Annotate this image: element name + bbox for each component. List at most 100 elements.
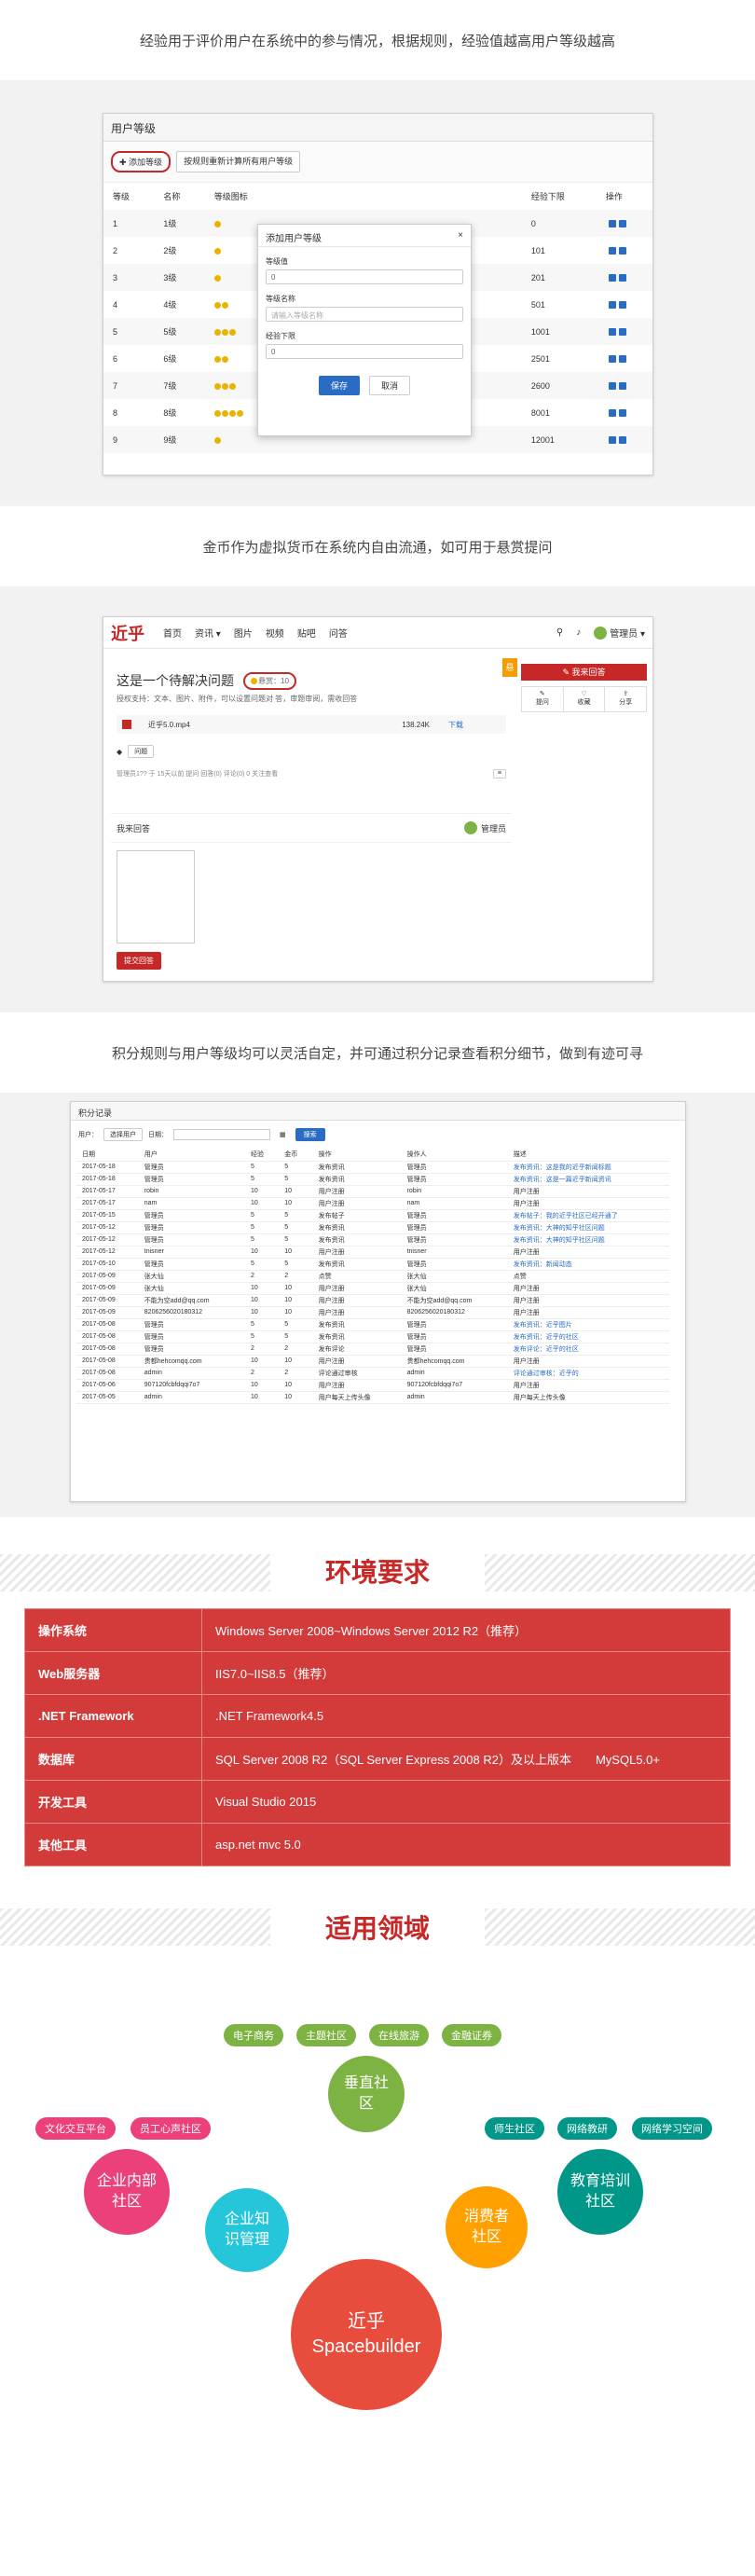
share-action[interactable]: ⇪ 分享 bbox=[604, 687, 646, 711]
recalc-levels-button[interactable]: 按规则重新计算所有用户等级 bbox=[176, 151, 301, 172]
ask-action[interactable]: ✎ 提问 bbox=[522, 687, 563, 711]
edit-icon[interactable] bbox=[608, 436, 616, 445]
points-col: 描述 bbox=[507, 1149, 669, 1162]
points-cell: 管理员 bbox=[138, 1258, 245, 1271]
delete-icon[interactable] bbox=[618, 436, 626, 445]
level-coin-icon bbox=[213, 436, 221, 444]
save-button[interactable]: 保存 bbox=[318, 376, 360, 395]
delete-icon[interactable] bbox=[618, 247, 626, 255]
points-cell: tnisner bbox=[138, 1246, 245, 1259]
col-min-exp: 经验下限 bbox=[530, 192, 565, 201]
points-cell: 发布资讯 bbox=[312, 1161, 402, 1174]
avatar[interactable] bbox=[594, 626, 608, 640]
points-cell: 管理员 bbox=[401, 1343, 508, 1356]
submit-answer-button[interactable]: 提交回答 bbox=[117, 952, 161, 970]
points-cell: 2 bbox=[279, 1270, 313, 1283]
qa-section: 近乎 首页 资讯 ▾ 图片 视频 贴吧 问答 ⚲ ♪ 管理员 ▾ 这是一个待解决… bbox=[0, 586, 755, 1012]
edit-icon[interactable] bbox=[608, 247, 616, 255]
points-cell: 用户注册 bbox=[507, 1294, 669, 1307]
edit-icon[interactable] bbox=[608, 220, 616, 228]
points-cell: 张大仙 bbox=[401, 1270, 508, 1283]
exp-caption: 经验用于评价用户在系统中的参与情况，根据规则，经验值越高用户等级越高 bbox=[0, 0, 755, 80]
action-cell bbox=[597, 237, 652, 264]
points-cell[interactable]: 发布资讯：这是一篇近乎新闻资讯 bbox=[507, 1173, 669, 1186]
reward-flag: 悬 bbox=[502, 658, 517, 677]
points-cell: 2017-05-10 bbox=[76, 1258, 139, 1271]
circle-vertical: 垂直社区 bbox=[328, 2056, 405, 2132]
action-cell bbox=[597, 291, 652, 318]
search-button[interactable]: 搜索 bbox=[295, 1128, 325, 1141]
delete-icon[interactable] bbox=[618, 409, 626, 418]
edit-icon[interactable] bbox=[608, 355, 616, 364]
level-cell: 3 bbox=[113, 272, 118, 282]
search-icon[interactable]: ⚲ bbox=[556, 627, 563, 638]
circle-center: 近乎 Spacebuilder bbox=[291, 2259, 442, 2410]
answer-editor[interactable] bbox=[117, 850, 195, 944]
points-caption: 积分规则与用户等级均可以灵活自定，并可通过积分记录查看积分细节，做到有迹可寻 bbox=[0, 1012, 755, 1093]
points-cell[interactable]: 发布资讯：大神的知乎社区问题 bbox=[507, 1221, 669, 1234]
close-icon[interactable]: × bbox=[458, 230, 463, 241]
points-cell: 2017-05-08 bbox=[76, 1330, 139, 1343]
more-button[interactable]: ≡ bbox=[492, 769, 506, 778]
attachment-name[interactable]: 近乎5.0.mp4 bbox=[148, 720, 190, 730]
points-cell[interactable]: 发布资讯：大神的知乎社区问题 bbox=[507, 1233, 669, 1247]
answer-button[interactable]: ✎ 我来回答 bbox=[521, 664, 647, 681]
points-cell: 2017-05-06 bbox=[76, 1379, 139, 1392]
level-value-input[interactable]: 0 bbox=[266, 269, 463, 284]
points-cell: 10 bbox=[244, 1282, 280, 1295]
points-cell: 管理员 bbox=[401, 1330, 508, 1343]
cancel-button[interactable]: 取消 bbox=[369, 376, 411, 395]
edit-icon[interactable] bbox=[608, 382, 616, 391]
edit-icon[interactable] bbox=[608, 409, 616, 418]
level-cell: 4 bbox=[113, 299, 118, 310]
points-cell[interactable]: 评论通过审核：近乎的 bbox=[507, 1367, 669, 1380]
bell-icon[interactable]: ♪ bbox=[576, 627, 581, 638]
nav-images[interactable]: 图片 bbox=[234, 626, 253, 640]
tag-item[interactable]: 问题 bbox=[128, 745, 155, 758]
nav-qa[interactable]: 问答 bbox=[329, 626, 348, 640]
env-value: asp.net mvc 5.0 bbox=[201, 1823, 731, 1867]
points-cell[interactable]: 发布评论：近乎的社区 bbox=[507, 1343, 669, 1356]
select-user-button[interactable]: 选择用户 bbox=[103, 1128, 143, 1141]
edit-icon[interactable] bbox=[608, 301, 616, 310]
points-cell: 10 bbox=[279, 1282, 313, 1295]
delete-icon[interactable] bbox=[618, 382, 626, 391]
calendar-icon[interactable]: ▦ bbox=[280, 1131, 286, 1138]
points-cell: 管理员 bbox=[401, 1161, 508, 1174]
delete-icon[interactable] bbox=[618, 301, 626, 310]
edit-icon[interactable] bbox=[608, 274, 616, 282]
download-link[interactable]: 下载 bbox=[448, 720, 463, 730]
points-cell: 5 bbox=[279, 1161, 313, 1174]
points-cell: 2017-05-08 bbox=[76, 1367, 139, 1380]
delete-icon[interactable] bbox=[618, 328, 626, 337]
delete-icon[interactable] bbox=[618, 355, 626, 364]
points-cell[interactable]: 发布帖子：我的近乎社区已经开通了 bbox=[507, 1209, 669, 1222]
level-coin-icon bbox=[228, 382, 236, 390]
nav-home[interactable]: 首页 bbox=[163, 626, 182, 640]
delete-icon[interactable] bbox=[618, 220, 626, 228]
points-cell[interactable]: 发布资讯：这是我的近乎新闻标题 bbox=[507, 1161, 669, 1174]
points-cell: 2017-05-05 bbox=[76, 1391, 139, 1404]
points-cell: 管理员 bbox=[401, 1233, 508, 1247]
date-range-input[interactable] bbox=[173, 1129, 270, 1140]
min-exp-input[interactable]: 0 bbox=[266, 344, 463, 359]
points-cell: 管理员 bbox=[138, 1330, 245, 1343]
add-level-button[interactable]: ✚ 添加等级 bbox=[111, 151, 172, 172]
level-name-input[interactable]: 请输入等级名称 bbox=[266, 307, 463, 322]
points-cell: 管理员 bbox=[401, 1173, 508, 1186]
points-cell[interactable]: 发布资讯：新闻动态 bbox=[507, 1258, 669, 1271]
action-cell bbox=[597, 372, 652, 399]
logo[interactable]: 近乎 bbox=[111, 621, 144, 645]
points-cell: 10 bbox=[279, 1355, 313, 1368]
points-cell: 管理员 bbox=[138, 1161, 245, 1174]
nav-video[interactable]: 视频 bbox=[266, 626, 284, 640]
delete-icon[interactable] bbox=[618, 274, 626, 282]
edit-icon[interactable] bbox=[608, 328, 616, 337]
nav-forum[interactable]: 贴吧 bbox=[297, 626, 316, 640]
points-cell: 10 bbox=[279, 1246, 313, 1259]
points-cell[interactable]: 发布资讯：近乎图片 bbox=[507, 1318, 669, 1331]
nav-news[interactable]: 资讯 ▾ bbox=[195, 626, 221, 640]
user-menu[interactable]: 管理员 ▾ bbox=[610, 626, 645, 640]
points-cell[interactable]: 发布资讯：近乎的社区 bbox=[507, 1330, 669, 1343]
favorite-action[interactable]: ♡ 收藏 bbox=[562, 687, 605, 711]
